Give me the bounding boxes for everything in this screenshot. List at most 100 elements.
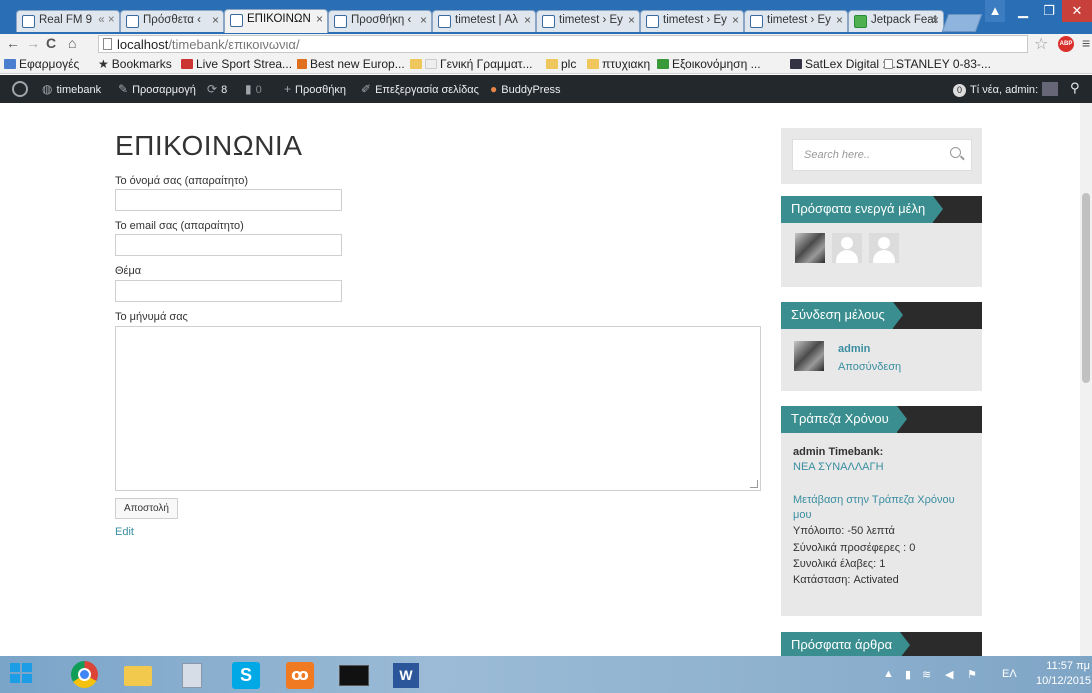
site-name: timebank (56, 84, 102, 96)
xampp-icon[interactable]: ꝏ (278, 658, 322, 691)
tab-label: timetest › Ey (559, 14, 623, 26)
email-field[interactable] (115, 234, 342, 256)
search-icon[interactable]: ⚲ (1070, 80, 1080, 96)
menu-icon[interactable]: ≡ (1082, 35, 1090, 51)
calculator-icon[interactable] (170, 658, 214, 691)
tray-expand-icon[interactable]: ▲ (883, 668, 894, 680)
input-language[interactable]: ΕΛ (1002, 668, 1017, 680)
favicon-icon (126, 15, 139, 28)
system-clock[interactable]: 11:57 πμ 10/12/2015 (1036, 659, 1092, 689)
home-icon[interactable]: ⌂ (68, 35, 76, 51)
bookmark-stanley[interactable]: STANLEY 0-83-... (884, 57, 991, 71)
admin-bar-customize[interactable]: ✎ Προσαρμογή (118, 82, 196, 96)
tab-close-icon[interactable]: × (732, 13, 739, 27)
tab-plugins[interactable]: Πρόσθετα ‹ × (120, 10, 224, 32)
tab-close-icon[interactable]: × (932, 13, 939, 27)
tab-timetest-1[interactable]: timetest | Αλ × (432, 10, 536, 32)
edit-link[interactable]: Edit (115, 526, 134, 538)
page-scrollbar[interactable] (1080, 103, 1092, 656)
bookmark-plc[interactable]: plc (546, 57, 576, 71)
scrollbar-thumb[interactable] (1082, 193, 1090, 383)
updates-icon: ⟳ (207, 82, 218, 96)
maximize-button[interactable]: ❐ (1036, 0, 1062, 22)
member-avatar[interactable] (795, 233, 825, 263)
admin-bar-comments[interactable]: ▮ 0 (245, 82, 262, 96)
bookmark-general-secretariat[interactable]: Γενική Γραμματ... (410, 57, 533, 71)
admin-bar-account[interactable]: 0 Τί νέα, admin: (953, 82, 1059, 97)
file-explorer-icon[interactable] (116, 658, 160, 691)
back-arrow-icon[interactable]: ← (6, 35, 20, 51)
admin-bar-updates[interactable]: ⟳ 8 (207, 82, 227, 96)
tray-wifi-icon[interactable]: ≋ (922, 668, 931, 681)
recent-members-title: Πρόσφατα ενεργά μέλη (781, 196, 944, 223)
subject-field[interactable] (115, 280, 342, 302)
user-name-link[interactable]: admin (838, 343, 870, 355)
new-exchange-link[interactable]: ΝΕΑ ΣΥΝΑΛΛΑΓΗ (793, 461, 884, 473)
favicon-icon (334, 15, 347, 28)
user-profile-icon[interactable]: ▲ (985, 0, 1005, 22)
search-widget: Search here.. (781, 128, 982, 184)
resize-handle-icon[interactable] (750, 480, 758, 488)
tab-jetpack[interactable]: Jetpack Feat × (848, 10, 944, 32)
greeting-label: Τί νέα, admin (970, 84, 1036, 96)
bookmark-bookmarks[interactable]: ★ Bookmarks (98, 57, 172, 71)
folder-icon (546, 59, 558, 69)
buddypress-icon: ● (490, 82, 498, 96)
skype-icon[interactable]: S (224, 658, 268, 691)
admin-bar-buddypress[interactable]: ● BuddyPress (490, 82, 561, 96)
search-input[interactable]: Search here.. (792, 139, 972, 171)
comments-count: 0 (255, 84, 262, 96)
tab-close-icon[interactable]: × (524, 13, 531, 27)
chrome-icon[interactable] (63, 658, 107, 691)
reload-icon[interactable]: C (46, 35, 56, 51)
bookmark-apps[interactable]: Εφαρμογές (4, 57, 79, 71)
tab-timetest-3[interactable]: timetest › Ey × (640, 10, 744, 32)
bookmark-live-sport[interactable]: Live Sport Strea... (181, 57, 292, 71)
windows-start-icon[interactable] (10, 663, 34, 685)
tray-network-icon[interactable]: ▮ (905, 668, 911, 681)
member-avatar[interactable] (832, 233, 862, 263)
bookmark-thesis[interactable]: πτυχιακη (587, 57, 650, 71)
url-path: /timebank/επικοινωνια/ (168, 37, 300, 52)
tab-timetest-2[interactable]: timetest › Ey × (536, 10, 640, 32)
tab-add-new[interactable]: Προσθήκη ‹ × (328, 10, 432, 32)
word-icon[interactable]: W (385, 658, 429, 691)
member-avatar[interactable] (869, 233, 899, 263)
tab-close-icon[interactable]: × (836, 13, 843, 27)
url-field[interactable]: localhost/timebank/επικοινωνια/ (98, 35, 1028, 53)
dashboard-icon: ◍ (42, 82, 53, 96)
forward-arrow-icon[interactable]: → (26, 35, 40, 51)
favicon-icon (750, 15, 763, 28)
close-window-button[interactable]: ✕ (1062, 0, 1092, 22)
adblock-icon[interactable]: ABP (1058, 36, 1074, 52)
admin-bar-edit-page[interactable]: ✐ Επεξεργασία σελίδας (361, 82, 479, 96)
tab-close-icon[interactable]: × (420, 13, 427, 27)
search-icon[interactable] (950, 147, 961, 158)
wordpress-logo-icon[interactable] (12, 81, 28, 97)
bookmark-energy-saving[interactable]: Εξοικονόμηση ... (657, 57, 761, 71)
name-field[interactable] (115, 189, 342, 211)
minimize-button[interactable]: ▁ (1010, 0, 1036, 22)
tab-contact-active[interactable]: ΕΠΙΚΟΙΝΩΝ × (224, 9, 328, 33)
command-prompt-icon[interactable] (332, 658, 376, 691)
tab-timetest-4[interactable]: timetest › Ey × (744, 10, 848, 32)
tray-volume-icon[interactable]: ◀ (945, 668, 953, 681)
avatar[interactable] (794, 341, 824, 371)
admin-bar-site[interactable]: ◍ timebank (42, 82, 101, 96)
message-textarea[interactable] (115, 326, 761, 491)
pencil-icon: ✐ (361, 82, 372, 96)
logout-link[interactable]: Αποσύνδεση (838, 361, 901, 373)
new-tab-button[interactable] (941, 14, 983, 32)
admin-bar-new[interactable]: + Προσθήκη (284, 82, 346, 96)
bookmark-best-new[interactable]: Best new Europ... (297, 57, 405, 71)
submit-button[interactable]: Αποστολή (115, 498, 178, 519)
bookmark-star-icon[interactable]: ☆ (1034, 34, 1048, 54)
tab-real-fm[interactable]: Real FM 9 « × (16, 10, 120, 32)
tab-close-icon[interactable]: × (316, 12, 323, 26)
goto-timebank-link-cont[interactable]: μου (793, 509, 811, 521)
tray-flag-icon[interactable]: ⚑ (967, 668, 977, 681)
tab-close-icon[interactable]: × (628, 13, 635, 27)
page-title: ΕΠΙΚΟΙΝΩΝΙΑ (115, 130, 303, 161)
goto-timebank-link[interactable]: Μετάβαση στην Τράπεζα Χρόνου (793, 494, 955, 506)
tab-close-icon[interactable]: × (212, 13, 219, 27)
